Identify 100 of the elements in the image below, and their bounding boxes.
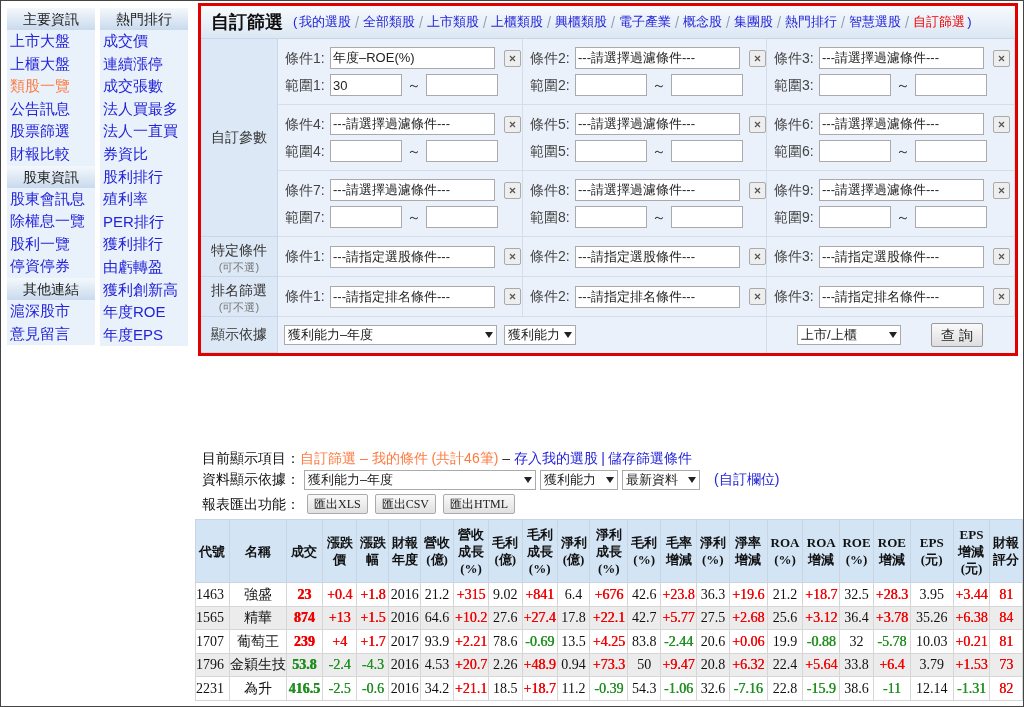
range-field[interactable] bbox=[330, 140, 402, 162]
sidebar-link[interactable]: 股利一覽 bbox=[7, 232, 95, 256]
sidebar-link[interactable]: 公告訊息 bbox=[7, 97, 95, 121]
condition-field[interactable]: ---請指定選股條件--- bbox=[575, 245, 740, 268]
range-field[interactable] bbox=[426, 206, 498, 228]
dropdown[interactable]: 獲利能力–年度 bbox=[304, 469, 536, 490]
nav-link[interactable]: 上櫃類股 bbox=[491, 12, 544, 32]
clear-button[interactable] bbox=[749, 181, 766, 199]
sidebar-link[interactable]: 上櫃大盤 bbox=[7, 52, 95, 76]
clear-button[interactable] bbox=[749, 49, 766, 67]
sidebar-link[interactable]: PER排行 bbox=[100, 210, 188, 234]
sidebar-link[interactable]: 成交張數 bbox=[100, 75, 188, 98]
condition-field[interactable]: ---請選擇過濾條件--- bbox=[819, 179, 984, 201]
condition-field[interactable]: ---請指定排名條件--- bbox=[575, 285, 740, 308]
condition-field[interactable]: 年度–ROE(%) bbox=[330, 47, 495, 69]
condition-field[interactable]: ---請選擇過濾條件--- bbox=[575, 47, 740, 69]
nav-link[interactable]: 智慧選股 bbox=[849, 12, 902, 32]
sidebar-link[interactable]: 由虧轉盈 bbox=[100, 255, 188, 279]
condition-field[interactable]: ---請指定排名條件--- bbox=[330, 285, 495, 308]
dash-text: – bbox=[502, 448, 511, 468]
nav-link[interactable]: 集團股 bbox=[734, 12, 774, 32]
condition-field[interactable]: ---請選擇過濾條件--- bbox=[819, 113, 984, 135]
clear-button[interactable] bbox=[749, 248, 766, 265]
nav-link[interactable]: 熱門排行 bbox=[785, 12, 838, 32]
condition-field[interactable]: ---請選擇過濾條件--- bbox=[330, 179, 495, 201]
condition-field[interactable]: ---請選擇過濾條件--- bbox=[575, 113, 740, 135]
dropdown[interactable]: 上市/上櫃 bbox=[797, 325, 901, 345]
sidebar-link[interactable]: 股利排行 bbox=[100, 165, 188, 189]
close-icon bbox=[509, 253, 516, 260]
range-field[interactable] bbox=[915, 140, 987, 162]
range-field[interactable] bbox=[575, 74, 647, 96]
range-field[interactable] bbox=[330, 206, 402, 228]
dropdown[interactable]: 獲利能力 bbox=[504, 325, 576, 345]
sidebar-link[interactable]: 獲利創新高 bbox=[100, 278, 188, 302]
clear-button[interactable] bbox=[993, 248, 1010, 265]
sidebar-link[interactable]: 財報比較 bbox=[7, 142, 95, 166]
range-field[interactable] bbox=[671, 140, 743, 162]
range-field[interactable] bbox=[819, 206, 891, 228]
condition-field[interactable]: ---請選擇過濾條件--- bbox=[819, 47, 984, 69]
sidebar-link[interactable]: 股東會訊息 bbox=[7, 187, 95, 211]
export-button[interactable]: 匯出XLS bbox=[307, 494, 368, 514]
export-button[interactable]: 匯出HTML bbox=[443, 494, 515, 514]
table-cell: -0.6 bbox=[356, 676, 389, 700]
action-link[interactable]: 儲存篩選條件 bbox=[607, 447, 692, 469]
range-field[interactable] bbox=[915, 74, 987, 96]
nav-link[interactable]: 概念股 bbox=[683, 12, 723, 32]
sidebar-link[interactable]: 獲利排行 bbox=[100, 233, 188, 256]
sidebar-link[interactable]: 滬深股市 bbox=[7, 299, 95, 323]
range-field[interactable] bbox=[426, 74, 498, 96]
clear-button[interactable] bbox=[504, 248, 521, 265]
clear-button[interactable] bbox=[993, 49, 1010, 67]
dropdown[interactable]: 獲利能力 bbox=[540, 469, 618, 490]
clear-button[interactable] bbox=[993, 115, 1010, 133]
dropdown[interactable]: 獲利能力–年度 bbox=[284, 325, 497, 345]
range-field[interactable] bbox=[915, 206, 987, 228]
sidebar-link[interactable]: 除權息一覽 bbox=[7, 210, 95, 233]
custom-columns-link[interactable]: (自訂欄位) bbox=[714, 469, 780, 490]
condition-field[interactable]: ---請指定選股條件--- bbox=[330, 245, 495, 268]
nav-link[interactable]: 自訂篩選 bbox=[913, 12, 966, 32]
sidebar-link[interactable]: 法人買最多 bbox=[100, 97, 188, 121]
range-field[interactable] bbox=[575, 140, 647, 162]
condition-field[interactable]: ---請指定排名條件--- bbox=[819, 285, 984, 308]
sidebar-link[interactable]: 意見留言 bbox=[7, 322, 95, 346]
sidebar-link[interactable]: 成交價 bbox=[100, 30, 188, 53]
sidebar-link[interactable]: 法人一直買 bbox=[100, 120, 188, 143]
sidebar-link[interactable]: 上市大盤 bbox=[7, 30, 95, 53]
clear-button[interactable] bbox=[993, 181, 1010, 199]
clear-button[interactable] bbox=[504, 49, 521, 67]
range-field[interactable] bbox=[671, 206, 743, 228]
range-field[interactable]: 30 bbox=[330, 74, 402, 96]
range-field[interactable] bbox=[671, 74, 743, 96]
nav-link[interactable]: 興櫃類股 bbox=[555, 12, 608, 32]
sidebar-link[interactable]: 連續漲停 bbox=[100, 52, 188, 76]
nav-link[interactable]: 上市類股 bbox=[427, 12, 480, 32]
clear-button[interactable] bbox=[749, 115, 766, 133]
export-button[interactable]: 匯出CSV bbox=[374, 494, 436, 514]
sidebar-link[interactable]: 殖利率 bbox=[100, 188, 188, 211]
sidebar-link[interactable]: 股票篩選 bbox=[7, 120, 95, 143]
range-field[interactable] bbox=[426, 140, 498, 162]
clear-button[interactable] bbox=[504, 288, 521, 305]
clear-button[interactable] bbox=[504, 181, 521, 199]
dropdown[interactable]: 最新資料 bbox=[622, 469, 700, 490]
sidebar-link[interactable]: 停資停券 bbox=[7, 255, 95, 278]
nav-link[interactable]: 全部類股 bbox=[363, 12, 416, 32]
range-field[interactable] bbox=[819, 140, 891, 162]
range-field[interactable] bbox=[575, 206, 647, 228]
sidebar-link[interactable]: 年度EPS bbox=[100, 323, 188, 347]
clear-button[interactable] bbox=[993, 288, 1010, 305]
sidebar-link[interactable]: 券資比 bbox=[100, 142, 188, 166]
sidebar-link[interactable]: 年度ROE bbox=[100, 301, 188, 324]
nav-link[interactable]: 我的選股 bbox=[299, 12, 352, 32]
condition-field[interactable]: ---請指定選股條件--- bbox=[819, 245, 984, 268]
condition-field[interactable]: ---請選擇過濾條件--- bbox=[330, 113, 495, 135]
nav-link[interactable]: 電子產業 bbox=[619, 12, 672, 32]
condition-field[interactable]: ---請選擇過濾條件--- bbox=[575, 179, 740, 201]
clear-button[interactable] bbox=[504, 115, 521, 133]
clear-button[interactable] bbox=[749, 288, 766, 305]
range-field[interactable] bbox=[819, 74, 891, 96]
action-link[interactable]: 存入我的選股 bbox=[514, 447, 599, 469]
query-button[interactable]: 查 詢 bbox=[931, 323, 983, 347]
